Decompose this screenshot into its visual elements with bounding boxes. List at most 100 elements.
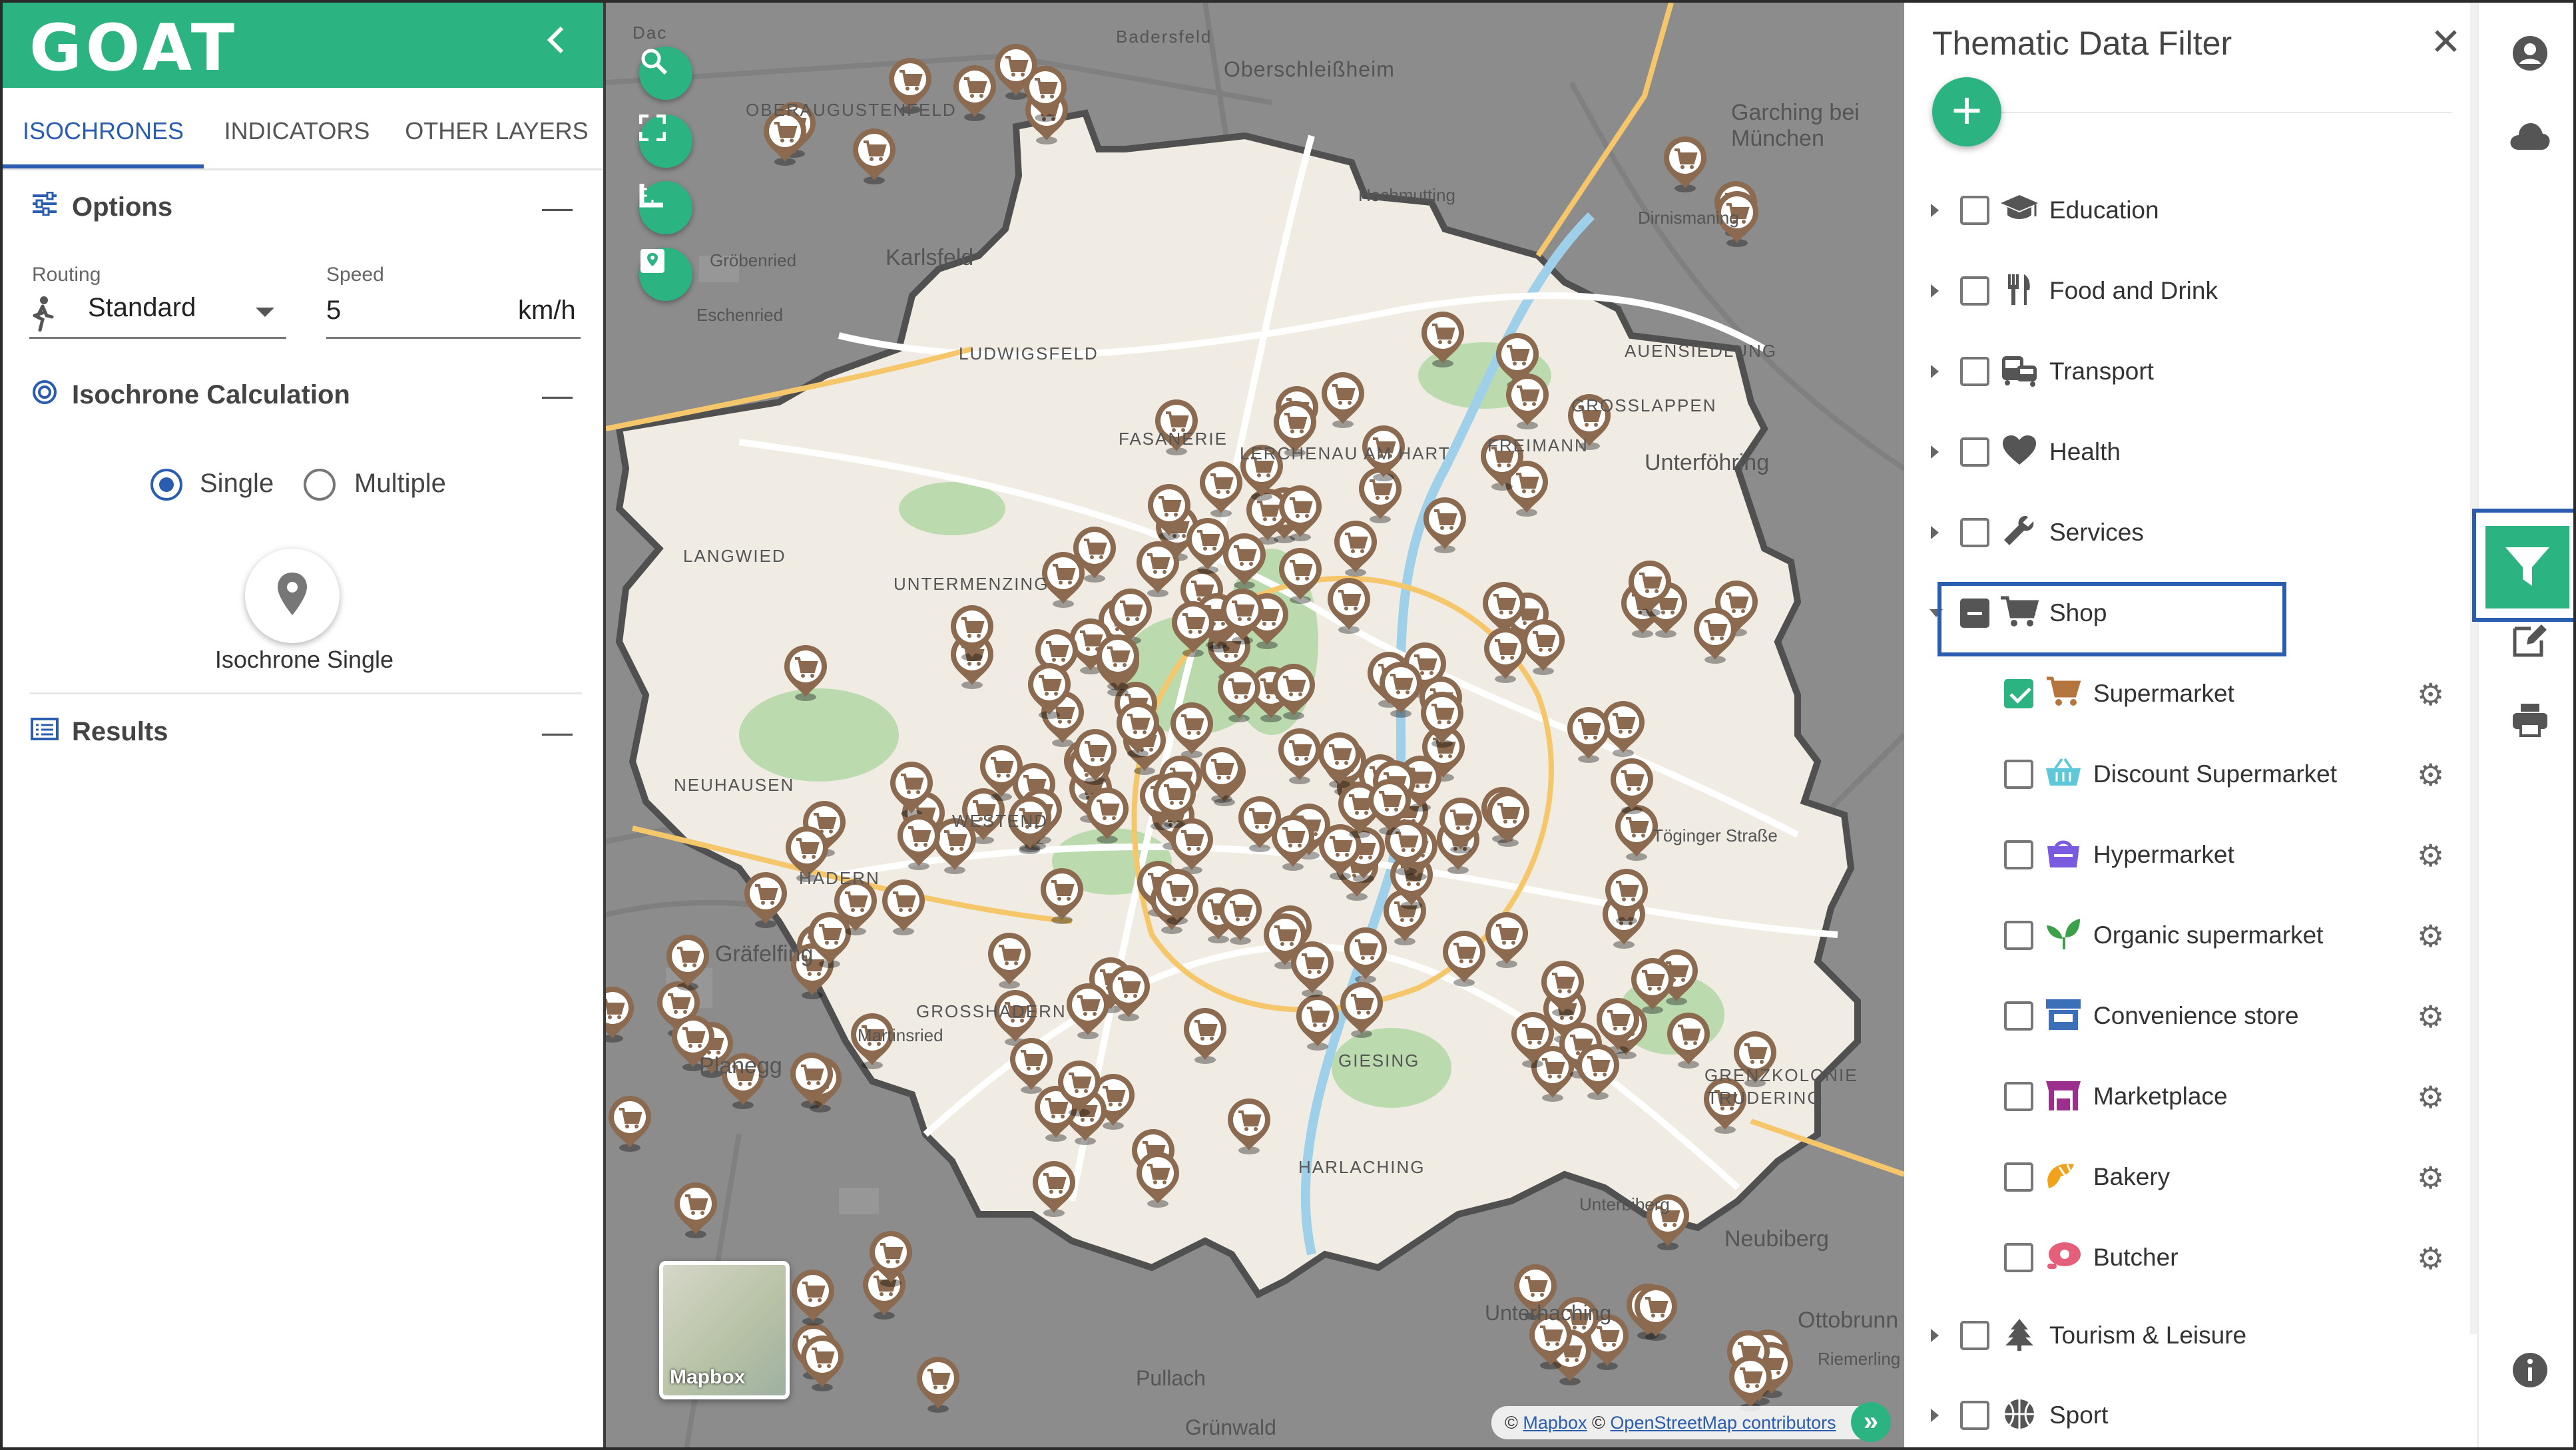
gear-icon[interactable]: ⚙: [2417, 1160, 2444, 1196]
place-label: LERCHENAU AM HART: [1240, 443, 1451, 463]
shop-subitem[interactable]: Convenience store: [2004, 983, 2299, 1049]
category-health[interactable]: Health: [1931, 419, 2121, 485]
options-section-header[interactable]: Options: [29, 191, 173, 222]
double-chevron-right-icon[interactable]: »: [1851, 1402, 1891, 1442]
meat-icon: [2043, 1240, 2084, 1276]
category-label: Education: [2049, 196, 2159, 224]
measure-button[interactable]: [639, 181, 692, 234]
map-layers-button[interactable]: [639, 248, 692, 301]
options-collapse-icon[interactable]: —: [542, 189, 573, 225]
food-and-drink-checkbox[interactable]: [1960, 276, 1989, 306]
print-icon[interactable]: [2507, 702, 2553, 748]
isochrone-single-button[interactable]: [245, 549, 340, 643]
expand-caret-icon[interactable]: [1931, 284, 1939, 298]
subitem-checkbox[interactable]: [2004, 1243, 2033, 1272]
category-tourism-leisure[interactable]: Tourism & Leisure: [1931, 1302, 2246, 1369]
category-food-and-drink[interactable]: Food and Drink: [1931, 258, 2218, 324]
subitem-checkbox[interactable]: [2004, 679, 2033, 708]
category-services[interactable]: Services: [1931, 499, 2144, 566]
bus-icon: [1999, 354, 2040, 389]
shop-subitem[interactable]: Butcher: [2004, 1224, 2179, 1291]
basemap-label: Mapbox: [670, 1366, 746, 1388]
tourism-checkbox[interactable]: [1960, 1321, 1989, 1350]
expand-caret-icon[interactable]: [1931, 204, 1939, 217]
multiple-radio[interactable]: [304, 469, 336, 501]
subitem-checkbox[interactable]: [2004, 921, 2033, 950]
health-checkbox[interactable]: [1960, 437, 1989, 467]
tab-isochrones[interactable]: ISOCHRONES: [3, 88, 204, 168]
map-canvas[interactable]: Dac Badersfeld Oberschleißheim OBERAUGUS…: [606, 3, 1904, 1447]
category-transport[interactable]: Transport: [1931, 338, 2154, 405]
subitem-checkbox[interactable]: [2004, 1082, 2033, 1111]
basemap-switcher[interactable]: Mapbox: [659, 1261, 790, 1399]
expand-caret-icon[interactable]: [1931, 365, 1939, 378]
results-collapse-icon[interactable]: —: [542, 714, 573, 750]
gear-icon[interactable]: ⚙: [2417, 676, 2444, 712]
isochrone-calc-collapse-icon[interactable]: —: [542, 377, 573, 413]
expand-caret-icon[interactable]: [1931, 526, 1939, 539]
fullscreen-icon: [639, 115, 666, 141]
shop-subitem[interactable]: Discount Supermarket: [2004, 741, 2337, 808]
tab-other-layers[interactable]: OTHER LAYERS: [390, 88, 603, 168]
shop-subitem[interactable]: Organic supermarket: [2004, 902, 2323, 969]
edit-icon[interactable]: [2507, 622, 2553, 668]
close-icon[interactable]: ✕: [2430, 20, 2461, 64]
transport-checkbox[interactable]: [1960, 357, 1989, 386]
subitem-checkbox[interactable]: [2004, 840, 2033, 869]
place-label: FREIMANN: [1487, 435, 1589, 455]
sliders-icon: [29, 191, 60, 222]
add-layer-button[interactable]: +: [1932, 77, 2001, 146]
results-section-header[interactable]: Results: [29, 716, 168, 747]
place-label: Ottobrunn: [1798, 1308, 1899, 1333]
gear-icon[interactable]: ⚙: [2417, 918, 2444, 954]
options-title: Options: [72, 192, 173, 222]
shop-subitem[interactable]: Bakery: [2004, 1144, 2170, 1210]
subitem-checkbox[interactable]: [2004, 760, 2033, 789]
search-icon: [641, 49, 668, 75]
gear-icon[interactable]: ⚙: [2417, 1079, 2444, 1115]
routing-select[interactable]: Standard: [88, 293, 196, 323]
place-label: Eschenried: [696, 305, 784, 325]
scrollbar[interactable]: [2470, 3, 2477, 1334]
dropdown-caret-icon[interactable]: [256, 308, 274, 322]
shop-subitem[interactable]: Supermarket: [2004, 660, 2234, 727]
map-marker-icon: [641, 249, 664, 273]
category-label: Tourism & Leisure: [2049, 1322, 2247, 1349]
expand-caret-icon[interactable]: [1931, 1329, 1939, 1342]
category-education[interactable]: Education: [1931, 177, 2159, 244]
gear-icon[interactable]: ⚙: [2417, 838, 2444, 873]
gear-icon[interactable]: ⚙: [2417, 757, 2444, 793]
subitem-checkbox[interactable]: [2004, 1001, 2033, 1031]
filter-toggle-button[interactable]: [2472, 509, 2573, 622]
tab-indicators[interactable]: INDICATORS: [204, 88, 390, 168]
thematic-filter-panel: Thematic Data Filter ✕ + Education Food …: [1904, 3, 2477, 1447]
search-button[interactable]: [639, 47, 692, 100]
place-label: LUDWIGSFELD: [959, 344, 1099, 363]
account-icon[interactable]: [2507, 35, 2553, 81]
category-sport[interactable]: Sport: [1931, 1382, 2108, 1447]
place-label: AUENSIEDLUNG: [1625, 341, 1778, 361]
fullscreen-button[interactable]: [639, 115, 692, 168]
mapbox-link[interactable]: Mapbox: [1523, 1413, 1587, 1433]
info-icon[interactable]: [2507, 1351, 2553, 1398]
cloud-icon[interactable]: [2507, 116, 2553, 162]
expand-caret-icon[interactable]: [1931, 1409, 1939, 1422]
single-radio[interactable]: [150, 469, 182, 501]
isochrone-calc-header[interactable]: Isochrone Calculation: [29, 379, 350, 410]
education-checkbox[interactable]: [1960, 196, 1989, 225]
place-label: Töginger Straße: [1653, 826, 1778, 846]
gear-icon[interactable]: ⚙: [2417, 1240, 2444, 1276]
services-checkbox[interactable]: [1960, 518, 1989, 547]
expand-caret-icon[interactable]: [1931, 445, 1939, 459]
chevron-left-icon: [547, 26, 564, 54]
collapse-panel-button[interactable]: [535, 21, 578, 64]
place-label: Unterbiberg: [1579, 1194, 1670, 1214]
subitem-checkbox[interactable]: [2004, 1162, 2033, 1192]
sport-checkbox[interactable]: [1960, 1401, 1989, 1430]
walking-icon: [29, 296, 56, 335]
shop-subitem[interactable]: Hypermarket: [2004, 822, 2234, 888]
shop-subitem[interactable]: Marketplace: [2004, 1063, 2228, 1130]
gear-icon[interactable]: ⚙: [2417, 999, 2444, 1035]
osm-link[interactable]: OpenStreetMap contributors: [1610, 1413, 1836, 1433]
speed-input[interactable]: 5: [326, 296, 341, 326]
